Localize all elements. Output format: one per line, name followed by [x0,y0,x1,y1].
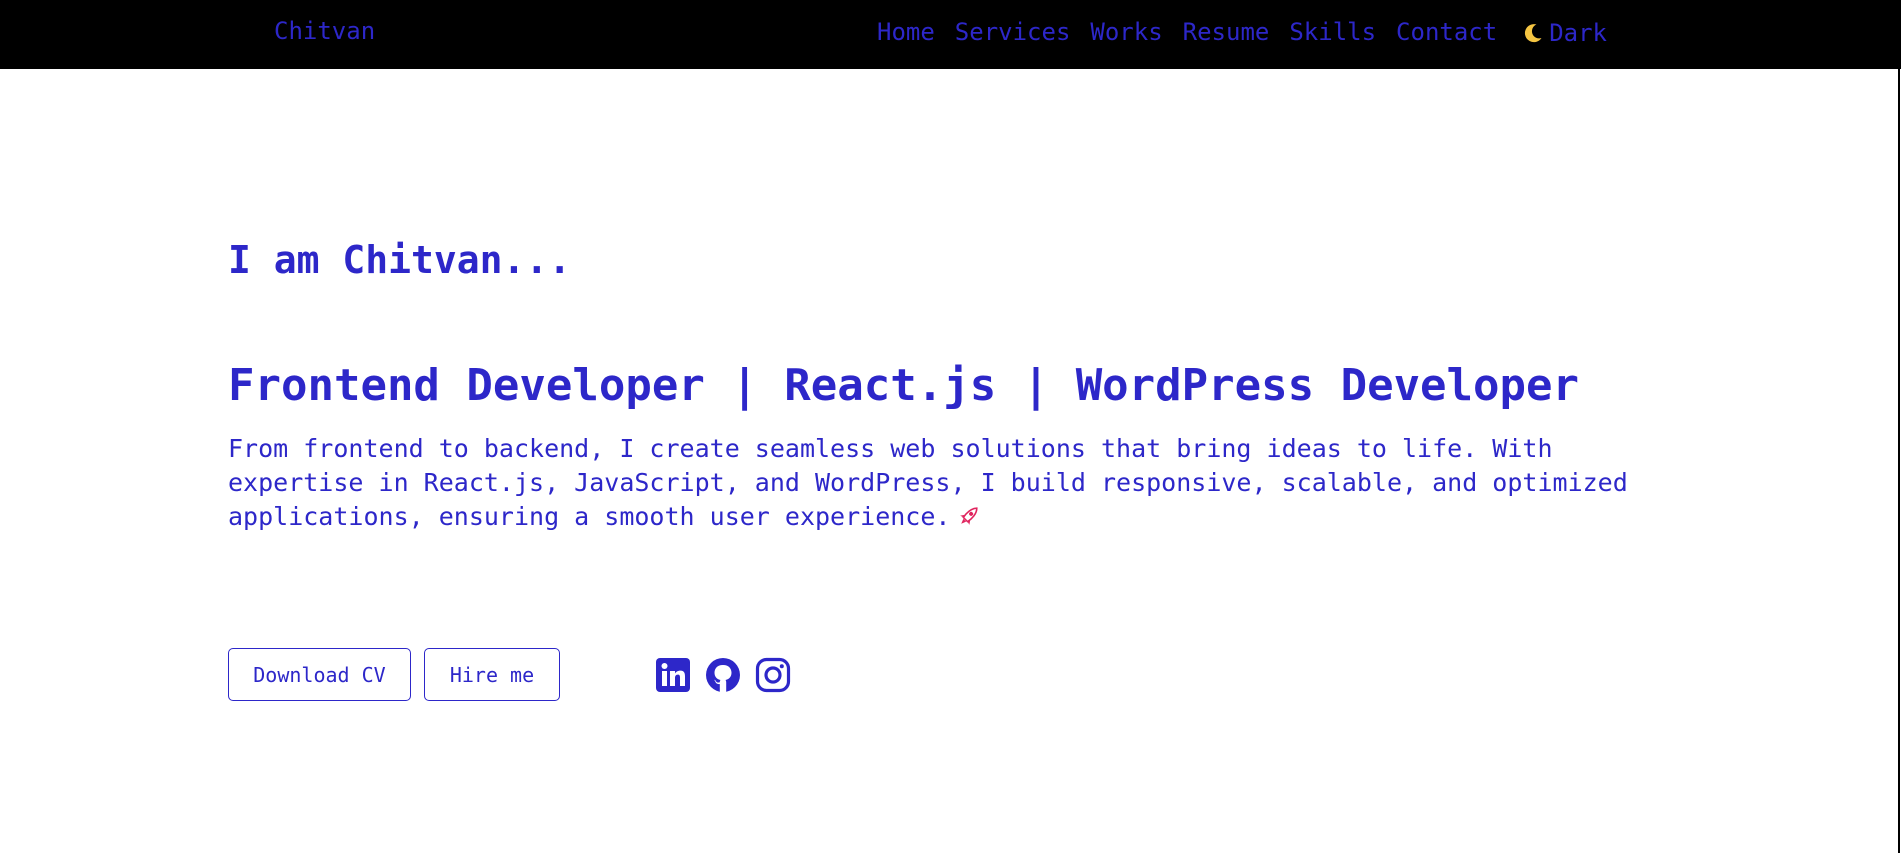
linkedin-icon[interactable] [655,657,691,693]
theme-toggle-label: Dark [1549,19,1607,47]
nav-link-works[interactable]: Works [1090,18,1162,46]
nav-link-home[interactable]: Home [877,18,935,46]
top-navbar: Chitvan Home Services Works Resume Skill… [0,0,1901,69]
hero-headline: Frontend Developer | React.js | WordPres… [228,360,1580,411]
theme-toggle-button[interactable]: Dark [1521,19,1607,47]
hero-description-text: From frontend to backend, I create seaml… [228,434,1628,531]
hero-actions: Download CV Hire me [228,648,805,701]
rocket-icon [956,503,982,529]
nav-link-resume[interactable]: Resume [1183,18,1270,46]
hero-intro: I am Chitvan... [228,238,572,282]
nav-link-skills[interactable]: Skills [1289,18,1376,46]
nav-link-contact[interactable]: Contact [1396,18,1497,46]
hero-description: From frontend to backend, I create seaml… [228,432,1638,534]
social-links [655,657,805,693]
github-icon[interactable] [705,657,741,693]
instagram-icon[interactable] [755,657,791,693]
brand-logo-link[interactable]: Chitvan [274,17,375,45]
nav-link-services[interactable]: Services [955,18,1071,46]
moon-icon [1521,21,1545,45]
nav-links: Home Services Works Resume Skills Contac… [877,17,1607,47]
page-edge-divider [1898,69,1900,853]
download-cv-button[interactable]: Download CV [228,648,411,701]
hire-me-button[interactable]: Hire me [424,648,560,701]
